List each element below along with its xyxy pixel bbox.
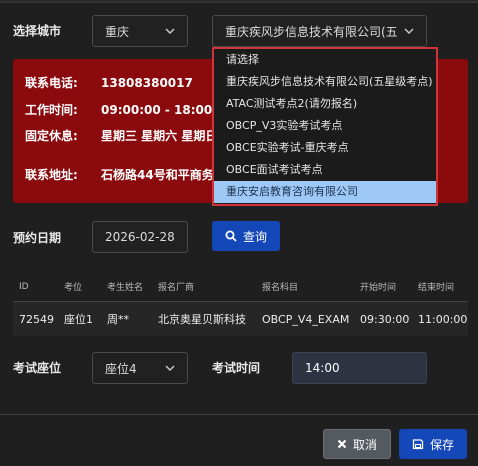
booking-date-label: 预约日期	[13, 231, 62, 245]
info-phone-value: 13808380017	[101, 76, 193, 90]
dropdown-option[interactable]: OBCE实验考试-重庆考点	[214, 137, 436, 159]
info-hours-row: 工作时间: 09:00:00 - 18:00:00	[25, 101, 234, 118]
seat-select-value: 座位4	[105, 361, 137, 376]
chevron-down-icon	[165, 363, 175, 373]
chevron-down-icon	[165, 26, 175, 36]
booking-date-input[interactable]: 2026-02-28	[92, 221, 188, 253]
query-button[interactable]: 查询	[212, 221, 280, 251]
save-button-label: 保存	[429, 437, 454, 452]
exam-time-label: 考试时间	[212, 361, 261, 375]
info-rest-row: 固定休息: 星期三 星期六 星期日	[25, 127, 217, 144]
close-icon	[337, 439, 347, 449]
col-header-start: 开始时间	[360, 283, 397, 293]
city-select[interactable]: 重庆	[92, 15, 188, 47]
chevron-down-icon	[404, 26, 414, 36]
cell-start: 09:30:00	[360, 312, 410, 326]
info-rest-value: 星期三 星期六 星期日	[101, 129, 218, 143]
cell-name: 周**	[107, 313, 129, 326]
search-icon	[225, 230, 237, 242]
seat-select[interactable]: 座位4	[92, 352, 188, 384]
save-icon	[412, 438, 424, 450]
exam-time-input[interactable]: 14:00	[292, 352, 427, 384]
seat-label: 考试座位	[13, 361, 62, 375]
city-select-value: 重庆	[105, 24, 130, 39]
col-header-id: ID	[19, 281, 29, 292]
cell-id: 72549	[19, 312, 54, 326]
dropdown-option[interactable]: OBCP_V3实验考试考点	[214, 115, 436, 137]
exam-center-select-value: 重庆疾风步信息技术有限公司(五星级	[225, 24, 398, 39]
top-divider	[0, 0, 478, 3]
dropdown-option[interactable]: 请选择	[214, 49, 436, 71]
col-header-name: 考生姓名	[107, 283, 144, 293]
save-button[interactable]: 保存	[399, 429, 467, 459]
info-phone-row: 联系电话: 13808380017	[25, 74, 193, 91]
info-rest-label: 固定休息:	[25, 129, 78, 143]
dropdown-option[interactable]: OBCE面试考试考点	[214, 159, 436, 181]
info-address-label: 联系地址:	[25, 168, 78, 182]
cancel-button[interactable]: 取消	[323, 429, 391, 459]
cell-vendor: 北京奥星贝斯科技	[158, 313, 246, 326]
footer-divider	[0, 414, 478, 415]
query-button-label: 查询	[242, 229, 267, 244]
info-hours-label: 工作时间:	[25, 103, 78, 117]
info-phone-label: 联系电话:	[25, 76, 78, 90]
dropdown-option[interactable]: 重庆疾风步信息技术有限公司(五星级考点)	[214, 71, 436, 93]
dropdown-option[interactable]: ATAC测试考点2(请勿报名)	[214, 93, 436, 115]
col-header-seat: 考位	[64, 283, 83, 293]
col-header-vendor: 报名厂商	[158, 283, 195, 293]
exam-center-select[interactable]: 重庆疾风步信息技术有限公司(五星级	[212, 15, 427, 47]
booking-table: ID 考位 考生姓名 报名厂商 报名科目 开始时间 结束时间 72549 座位1…	[13, 272, 468, 336]
col-header-subject: 报名科目	[262, 283, 299, 293]
cancel-button-label: 取消	[352, 437, 377, 452]
table-row[interactable]: 72549 座位1 周** 北京奥星贝斯科技 OBCP_V4_EXAM 09:3…	[13, 302, 468, 336]
table-header: ID 考位 考生姓名 报名厂商 报名科目 开始时间 结束时间	[13, 272, 468, 302]
info-address-value: 石杨路44号和平商务大	[101, 168, 226, 182]
exam-center-dropdown: 请选择 重庆疾风步信息技术有限公司(五星级考点) ATAC测试考点2(请勿报名)…	[212, 47, 438, 206]
city-label: 选择城市	[13, 24, 62, 38]
cell-subject: OBCP_V4_EXAM	[262, 312, 350, 326]
col-header-end: 结束时间	[418, 283, 455, 293]
cell-seat: 座位1	[64, 313, 93, 326]
dropdown-option-highlighted[interactable]: 重庆安启教育咨询有限公司	[214, 181, 436, 203]
cell-end: 11:00:00	[418, 312, 468, 326]
info-address-row: 联系地址: 石杨路44号和平商务大	[25, 166, 226, 183]
